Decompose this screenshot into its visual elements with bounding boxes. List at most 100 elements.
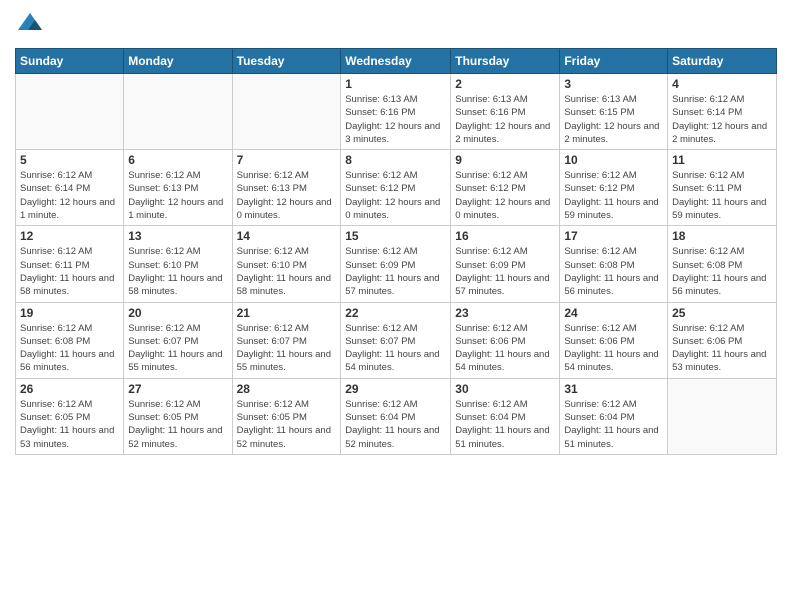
day-number: 22 (345, 306, 446, 320)
day-number: 23 (455, 306, 555, 320)
calendar-cell: 31 Sunrise: 6:12 AM Sunset: 6:04 PM Dayli… (560, 378, 668, 454)
day-info: Sunrise: 6:12 AM Sunset: 6:06 PM Dayligh… (564, 322, 663, 375)
day-info: Sunrise: 6:12 AM Sunset: 6:13 PM Dayligh… (237, 169, 337, 222)
calendar-cell (16, 74, 124, 150)
day-number: 14 (237, 229, 337, 243)
day-number: 6 (128, 153, 227, 167)
day-info: Sunrise: 6:12 AM Sunset: 6:09 PM Dayligh… (345, 245, 446, 298)
calendar-cell: 20 Sunrise: 6:12 AM Sunset: 6:07 PM Dayli… (124, 302, 232, 378)
calendar-cell: 25Sunrise: 6:12 AM Sunset: 6:06 PM Dayli… (668, 302, 777, 378)
day-info: Sunrise: 6:12 AM Sunset: 6:05 PM Dayligh… (237, 398, 337, 451)
calendar-cell: 4 Sunrise: 6:12 AM Sunset: 6:14 PM Daylig… (668, 74, 777, 150)
calendar-cell (668, 378, 777, 454)
logo (15, 10, 49, 40)
day-number: 7 (237, 153, 337, 167)
day-info: Sunrise: 6:12 AM Sunset: 6:09 PM Dayligh… (455, 245, 555, 298)
calendar-cell: 11 Sunrise: 6:12 AM Sunset: 6:11 PM Dayli… (668, 150, 777, 226)
day-number: 5 (20, 153, 119, 167)
day-number: 30 (455, 382, 555, 396)
day-info: Sunrise: 6:12 AM Sunset: 6:13 PM Dayligh… (128, 169, 227, 222)
day-number: 1 (345, 77, 446, 91)
calendar-cell: 30 Sunrise: 6:12 AM Sunset: 6:04 PM Dayli… (451, 378, 560, 454)
day-info: Sunrise: 6:12 AM Sunset: 6:14 PM Dayligh… (672, 93, 772, 146)
day-number: 9 (455, 153, 555, 167)
day-number: 19 (20, 306, 119, 320)
calendar-cell: 9 Sunrise: 6:12 AM Sunset: 6:12 PM Daylig… (451, 150, 560, 226)
calendar-cell: 1 Sunrise: 6:13 AM Sunset: 6:16 PM Daylig… (341, 74, 451, 150)
calendar-cell: 21 Sunrise: 6:12 AM Sunset: 6:07 PM Dayli… (232, 302, 341, 378)
day-info: Sunrise: 6:13 AM Sunset: 6:16 PM Dayligh… (455, 93, 555, 146)
day-number: 29 (345, 382, 446, 396)
calendar-cell: 2 Sunrise: 6:13 AM Sunset: 6:16 PM Daylig… (451, 74, 560, 150)
weekday-header-tuesday: Tuesday (232, 49, 341, 74)
weekday-header-saturday: Saturday (668, 49, 777, 74)
calendar-cell: 16Sunrise: 6:12 AM Sunset: 6:09 PM Dayli… (451, 226, 560, 302)
day-info: Sunrise: 6:12 AM Sunset: 6:11 PM Dayligh… (672, 169, 772, 222)
day-number: 20 (128, 306, 227, 320)
day-info: Sunrise: 6:12 AM Sunset: 6:07 PM Dayligh… (237, 322, 337, 375)
day-number: 25 (672, 306, 772, 320)
day-number: 21 (237, 306, 337, 320)
day-number: 15 (345, 229, 446, 243)
day-info: Sunrise: 6:12 AM Sunset: 6:07 PM Dayligh… (345, 322, 446, 375)
calendar-cell: 3Sunrise: 6:13 AM Sunset: 6:15 PM Daylig… (560, 74, 668, 150)
day-number: 11 (672, 153, 772, 167)
day-info: Sunrise: 6:12 AM Sunset: 6:04 PM Dayligh… (564, 398, 663, 451)
day-number: 31 (564, 382, 663, 396)
week-row-5: 26 Sunrise: 6:12 AM Sunset: 6:05 PM Dayli… (16, 378, 777, 454)
calendar-cell: 10Sunrise: 6:12 AM Sunset: 6:12 PM Dayli… (560, 150, 668, 226)
calendar-cell: 24 Sunrise: 6:12 AM Sunset: 6:06 PM Dayli… (560, 302, 668, 378)
day-number: 13 (128, 229, 227, 243)
calendar-cell: 6 Sunrise: 6:12 AM Sunset: 6:13 PM Daylig… (124, 150, 232, 226)
week-row-3: 12Sunrise: 6:12 AM Sunset: 6:11 PM Dayli… (16, 226, 777, 302)
day-info: Sunrise: 6:12 AM Sunset: 6:10 PM Dayligh… (237, 245, 337, 298)
week-row-4: 19Sunrise: 6:12 AM Sunset: 6:08 PM Dayli… (16, 302, 777, 378)
week-row-2: 5 Sunrise: 6:12 AM Sunset: 6:14 PM Daylig… (16, 150, 777, 226)
day-number: 18 (672, 229, 772, 243)
calendar-cell: 19Sunrise: 6:12 AM Sunset: 6:08 PM Dayli… (16, 302, 124, 378)
weekday-header-monday: Monday (124, 49, 232, 74)
day-number: 3 (564, 77, 663, 91)
day-number: 28 (237, 382, 337, 396)
day-number: 4 (672, 77, 772, 91)
day-info: Sunrise: 6:12 AM Sunset: 6:14 PM Dayligh… (20, 169, 119, 222)
day-info: Sunrise: 6:13 AM Sunset: 6:16 PM Dayligh… (345, 93, 446, 146)
calendar-cell: 18 Sunrise: 6:12 AM Sunset: 6:08 PM Dayli… (668, 226, 777, 302)
week-row-1: 1 Sunrise: 6:13 AM Sunset: 6:16 PM Daylig… (16, 74, 777, 150)
day-number: 10 (564, 153, 663, 167)
calendar-cell (124, 74, 232, 150)
weekday-header-friday: Friday (560, 49, 668, 74)
day-info: Sunrise: 6:12 AM Sunset: 6:05 PM Dayligh… (128, 398, 227, 451)
header (15, 10, 777, 40)
day-info: Sunrise: 6:12 AM Sunset: 6:07 PM Dayligh… (128, 322, 227, 375)
day-info: Sunrise: 6:12 AM Sunset: 6:08 PM Dayligh… (564, 245, 663, 298)
day-number: 27 (128, 382, 227, 396)
day-number: 17 (564, 229, 663, 243)
calendar-cell: 29 Sunrise: 6:12 AM Sunset: 6:04 PM Dayli… (341, 378, 451, 454)
day-info: Sunrise: 6:12 AM Sunset: 6:11 PM Dayligh… (20, 245, 119, 298)
day-info: Sunrise: 6:12 AM Sunset: 6:06 PM Dayligh… (455, 322, 555, 375)
calendar-cell: 27 Sunrise: 6:12 AM Sunset: 6:05 PM Dayli… (124, 378, 232, 454)
calendar-cell (232, 74, 341, 150)
day-number: 24 (564, 306, 663, 320)
calendar-cell: 15 Sunrise: 6:12 AM Sunset: 6:09 PM Dayli… (341, 226, 451, 302)
calendar-cell: 26Sunrise: 6:12 AM Sunset: 6:05 PM Dayli… (16, 378, 124, 454)
calendar-cell: 22 Sunrise: 6:12 AM Sunset: 6:07 PM Dayli… (341, 302, 451, 378)
day-info: Sunrise: 6:12 AM Sunset: 6:08 PM Dayligh… (672, 245, 772, 298)
day-info: Sunrise: 6:12 AM Sunset: 6:04 PM Dayligh… (455, 398, 555, 451)
day-info: Sunrise: 6:12 AM Sunset: 6:12 PM Dayligh… (455, 169, 555, 222)
calendar-cell: 14 Sunrise: 6:12 AM Sunset: 6:10 PM Dayli… (232, 226, 341, 302)
weekday-header-wednesday: Wednesday (341, 49, 451, 74)
day-number: 2 (455, 77, 555, 91)
day-info: Sunrise: 6:12 AM Sunset: 6:04 PM Dayligh… (345, 398, 446, 451)
day-info: Sunrise: 6:12 AM Sunset: 6:10 PM Dayligh… (128, 245, 227, 298)
weekday-header-row: SundayMondayTuesdayWednesdayThursdayFrid… (16, 49, 777, 74)
calendar-cell: 5 Sunrise: 6:12 AM Sunset: 6:14 PM Daylig… (16, 150, 124, 226)
calendar-cell: 13 Sunrise: 6:12 AM Sunset: 6:10 PM Dayli… (124, 226, 232, 302)
logo-icon (15, 10, 45, 40)
day-number: 26 (20, 382, 119, 396)
calendar-cell: 28 Sunrise: 6:12 AM Sunset: 6:05 PM Dayli… (232, 378, 341, 454)
calendar-cell: 7 Sunrise: 6:12 AM Sunset: 6:13 PM Daylig… (232, 150, 341, 226)
calendar-cell: 8Sunrise: 6:12 AM Sunset: 6:12 PM Daylig… (341, 150, 451, 226)
page: SundayMondayTuesdayWednesdayThursdayFrid… (0, 0, 792, 612)
